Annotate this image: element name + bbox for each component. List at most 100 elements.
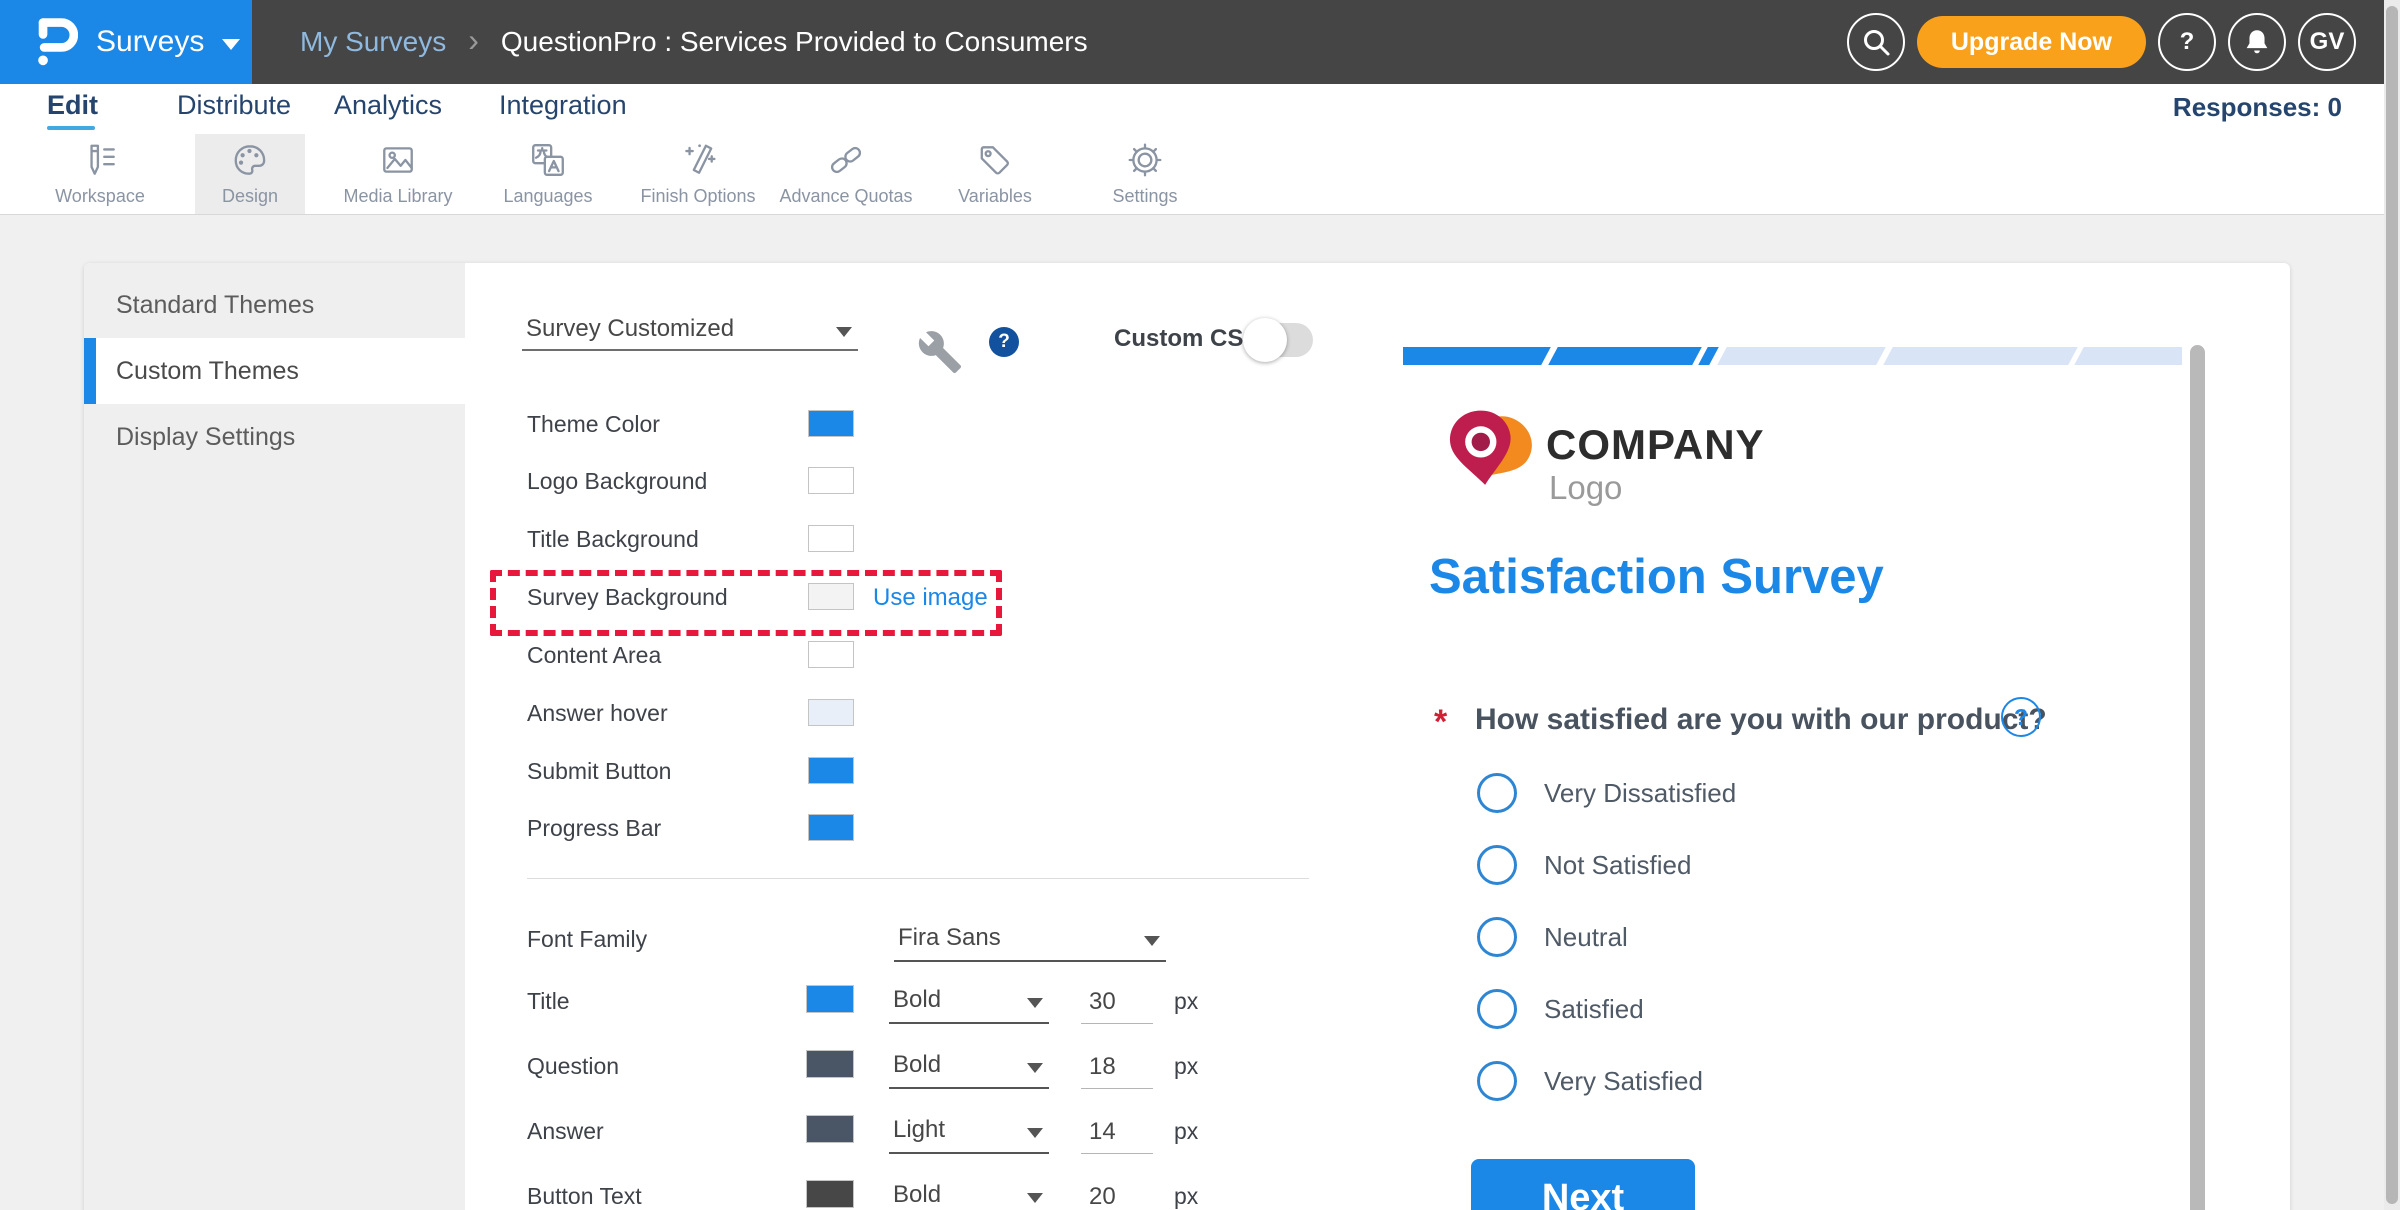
option-label[interactable]: Neutral [1544, 922, 1628, 953]
workspace-icon [81, 141, 119, 179]
toolbar-item-variables[interactable]: Variables [921, 134, 1069, 214]
button-text-font-color-swatch[interactable] [806, 1180, 854, 1208]
breadcrumb-parent[interactable]: My Surveys [300, 26, 446, 58]
toolbar-item-languages[interactable]: Languages [474, 134, 622, 214]
notifications-button[interactable] [2228, 13, 2286, 71]
content-area-swatch[interactable] [808, 641, 854, 668]
color-row-logo-background: Logo Background [527, 465, 1127, 501]
theme-color-swatch[interactable] [808, 410, 854, 437]
chevron-down-icon [1027, 1193, 1043, 1203]
survey-progress-bar [1403, 347, 2182, 365]
media-library-icon [379, 141, 417, 179]
active-tab-underline [47, 126, 95, 130]
question-size-input[interactable]: 18 [1081, 1043, 1153, 1089]
customize-theme-button[interactable] [917, 329, 963, 380]
answer-hover-swatch[interactable] [808, 699, 854, 726]
unit-label: px [1174, 1183, 1198, 1210]
unit-label: px [1174, 1053, 1198, 1080]
theme-help-icon[interactable]: ? [989, 327, 1019, 357]
sidebar-item-standard-themes[interactable]: Standard Themes [84, 272, 465, 338]
nav-tab-bar: Edit Distribute Analytics Integration Re… [0, 84, 2400, 134]
survey-background-swatch[interactable] [808, 583, 854, 610]
radio-not-satisfied[interactable] [1477, 845, 1517, 885]
question-weight-select[interactable]: Bold [889, 1043, 1049, 1089]
answer-weight-select[interactable]: Light [889, 1108, 1049, 1154]
color-row-survey-background: Survey Background Use image [527, 581, 1127, 617]
tab-edit[interactable]: Edit [47, 90, 98, 121]
use-image-link[interactable]: Use image [873, 584, 988, 612]
option-label[interactable]: Very Dissatisfied [1544, 778, 1736, 809]
page-background: Standard Themes Custom Themes Display Se… [0, 215, 2400, 1210]
tab-analytics[interactable]: Analytics [334, 90, 442, 121]
color-row-theme-color: Theme Color [527, 408, 1127, 444]
toolbar-item-finish-options[interactable]: Finish Options [624, 134, 772, 214]
progress-bar-swatch[interactable] [808, 814, 854, 841]
option-label[interactable]: Very Satisfied [1544, 1066, 1703, 1097]
color-row-answer-hover: Answer hover [527, 697, 1127, 733]
toggle-knob [1243, 318, 1287, 362]
top-bar: Surveys My Surveys › QuestionPro : Servi… [0, 0, 2400, 84]
title-background-swatch[interactable] [808, 525, 854, 552]
theme-select[interactable]: Survey Customized [522, 307, 858, 351]
answer-font-color-swatch[interactable] [806, 1115, 854, 1143]
app-menu-label: Surveys [96, 25, 204, 59]
next-button[interactable]: Next [1471, 1159, 1695, 1210]
advance-quotas-icon [827, 141, 865, 179]
title-weight-select[interactable]: Bold [889, 978, 1049, 1024]
button-text-weight-select[interactable]: Bold [889, 1173, 1049, 1210]
question-font-color-swatch[interactable] [806, 1050, 854, 1078]
toolbar-item-advance-quotas[interactable]: Advance Quotas [772, 134, 920, 214]
section-divider [527, 878, 1309, 879]
title-size-input[interactable]: 30 [1081, 978, 1153, 1024]
title-font-color-swatch[interactable] [806, 985, 854, 1013]
chevron-down-icon [836, 327, 852, 337]
avatar[interactable]: GV [2298, 13, 2356, 71]
radio-neutral[interactable] [1477, 917, 1517, 957]
font-row-button-text: Button Text Bold 20 px [527, 1171, 1247, 1210]
app-menu[interactable]: Surveys [0, 0, 252, 84]
radio-satisfied[interactable] [1477, 989, 1517, 1029]
bell-icon [2241, 26, 2273, 58]
sidebar-item-custom-themes[interactable]: Custom Themes [84, 338, 465, 404]
upgrade-now-button[interactable]: Upgrade Now [1917, 16, 2146, 68]
preview-scrollbar[interactable] [2190, 345, 2205, 1210]
submit-button-swatch[interactable] [808, 757, 854, 784]
toolbar-item-design[interactable]: Design [195, 134, 305, 214]
color-row-content-area: Content Area [527, 639, 1127, 675]
font-family-row: Font Family Fira Sans [527, 914, 1247, 966]
font-row-answer: Answer Light 14 px [527, 1106, 1247, 1158]
option-label[interactable]: Not Satisfied [1544, 850, 1691, 881]
help-button[interactable]: ? [2158, 13, 2216, 71]
app-scrollbar-thumb[interactable] [2386, 6, 2398, 1204]
custom-css-toggle[interactable] [1249, 323, 1313, 357]
search-icon [1860, 26, 1892, 58]
survey-title: Satisfaction Survey [1429, 549, 1884, 605]
font-family-select[interactable]: Fira Sans [894, 916, 1166, 962]
company-logo-icon [1444, 397, 1536, 519]
questionpro-logo-icon [34, 15, 78, 69]
toolbar-item-settings[interactable]: Settings [1071, 134, 1219, 214]
color-row-progress-bar: Progress Bar [527, 812, 1127, 848]
button-text-size-input[interactable]: 20 [1081, 1173, 1153, 1210]
chevron-down-icon [1027, 1063, 1043, 1073]
search-button[interactable] [1847, 13, 1905, 71]
color-row-submit-button: Submit Button [527, 755, 1127, 791]
tab-integration[interactable]: Integration [499, 90, 627, 121]
company-logo-sub: Logo [1549, 469, 1622, 507]
answer-size-input[interactable]: 14 [1081, 1108, 1153, 1154]
theme-select-value: Survey Customized [526, 315, 734, 343]
chevron-down-icon [1144, 936, 1160, 946]
required-asterisk: * [1434, 703, 1447, 742]
option-label[interactable]: Satisfied [1544, 994, 1644, 1025]
logo-background-swatch[interactable] [808, 467, 854, 494]
tab-distribute[interactable]: Distribute [177, 90, 291, 121]
radio-very-dissatisfied[interactable] [1477, 773, 1517, 813]
chevron-down-icon [1027, 1128, 1043, 1138]
font-row-question: Question Bold 18 px [527, 1041, 1247, 1093]
question-help-icon[interactable]: ? [2001, 697, 2041, 737]
radio-very-satisfied[interactable] [1477, 1061, 1517, 1101]
breadcrumb-separator-icon: › [468, 22, 479, 59]
toolbar-item-workspace[interactable]: Workspace [26, 134, 174, 214]
sidebar-item-display-settings[interactable]: Display Settings [84, 404, 465, 470]
toolbar-item-media-library[interactable]: Media Library [324, 134, 472, 214]
